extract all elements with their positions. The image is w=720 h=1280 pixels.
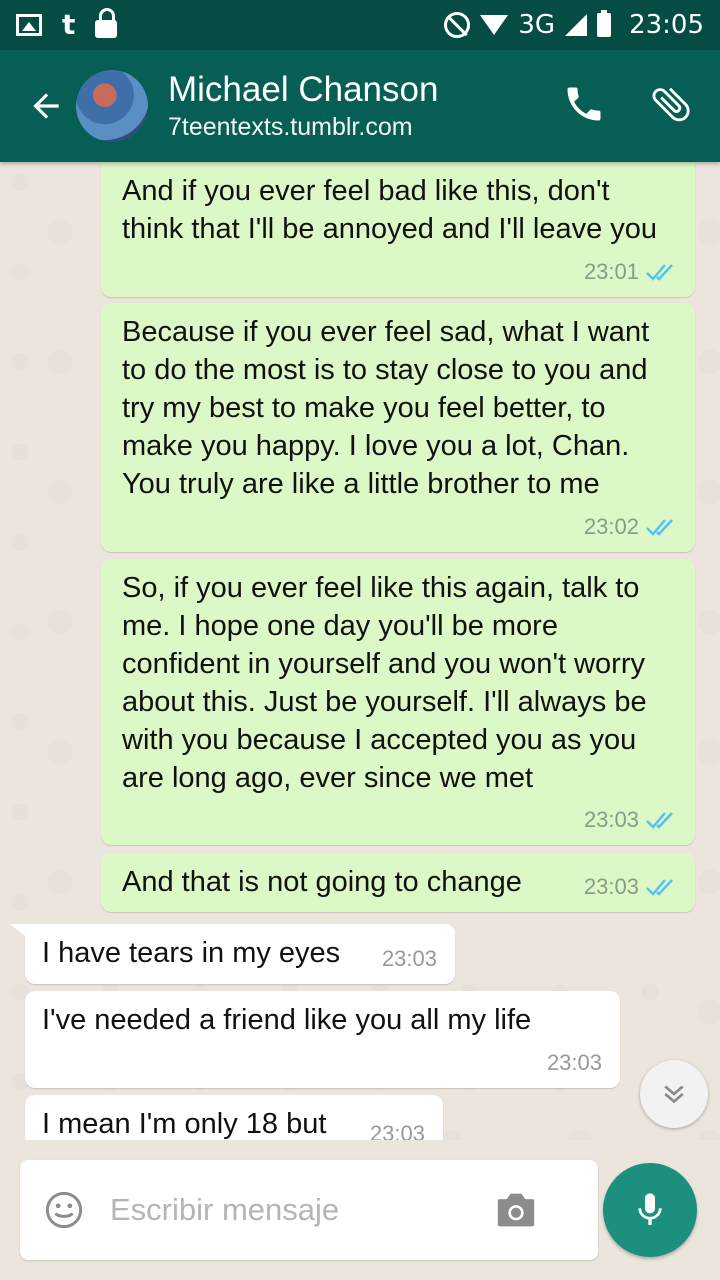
- message-meta: 23:03: [547, 1044, 602, 1082]
- network-type: 3G: [518, 10, 556, 40]
- tumblr-icon: t: [62, 8, 76, 41]
- status-time: 23:05: [629, 10, 704, 40]
- message-meta: 23:01: [584, 253, 677, 291]
- status-bar: t 3G 23:05: [0, 0, 720, 50]
- message-meta: 23:03: [370, 1115, 425, 1140]
- read-ticks-icon: [646, 812, 673, 829]
- gallery-icon: [16, 14, 42, 36]
- message-bubble[interactable]: I have tears in my eyes 23:03: [25, 924, 455, 984]
- read-ticks-icon: [646, 519, 673, 536]
- camera-icon[interactable]: [494, 1190, 538, 1230]
- message-text: I mean I'm only 18 but: [42, 1108, 327, 1140]
- message-text: I have tears in my eyes: [42, 937, 341, 969]
- message-meta: 23:03: [584, 801, 677, 839]
- message-time: 23:03: [583, 874, 639, 899]
- wifi-icon: [480, 15, 509, 35]
- read-ticks-icon: [646, 264, 673, 281]
- contact-subtitle: 7teentexts.tumblr.com: [168, 113, 413, 141]
- message-bubble[interactable]: And if you ever feel bad like this, don'…: [101, 162, 695, 297]
- message-text: I've needed a friend like you all my lif…: [42, 1004, 532, 1036]
- mic-icon: [638, 1193, 662, 1225]
- message-bubble[interactable]: I've needed a friend like you all my lif…: [25, 991, 620, 1088]
- contact-info[interactable]: Michael Chanson 7teentexts.tumblr.com: [168, 69, 438, 143]
- message-bubble[interactable]: Because if you ever feel sad, what I wan…: [101, 303, 695, 552]
- message-text: Because if you ever feel sad, what I wan…: [122, 316, 650, 500]
- chat-header: Michael Chanson 7teentexts.tumblr.com: [0, 50, 720, 162]
- message-time: 23:03: [546, 1050, 602, 1075]
- message-time: 23:03: [369, 1121, 425, 1140]
- message-bubble[interactable]: I mean I'm only 18 but 23:03: [25, 1095, 443, 1140]
- message-text: So, if you ever feel like this again, ta…: [122, 572, 647, 794]
- battery-icon: [597, 10, 612, 37]
- chevron-down-icon: [664, 1085, 684, 1104]
- message-time: 23:03: [583, 807, 639, 832]
- message-time: 23:02: [583, 514, 639, 539]
- contact-name: Michael Chanson: [168, 70, 439, 109]
- emoji-icon[interactable]: [44, 1190, 84, 1230]
- message-time: 23:03: [381, 946, 437, 971]
- do-not-disturb-icon: [444, 12, 471, 38]
- lock-icon: [95, 8, 118, 38]
- avatar[interactable]: [76, 70, 148, 142]
- message-bubble[interactable]: So, if you ever feel like this again, ta…: [101, 559, 695, 845]
- message-text: And that is not going to change: [122, 866, 522, 898]
- read-ticks-icon: [646, 879, 673, 896]
- scroll-to-bottom-button[interactable]: [640, 1060, 708, 1128]
- attach-icon[interactable]: [648, 81, 694, 131]
- phone-icon[interactable]: [562, 82, 606, 130]
- message-meta: 23:03: [584, 868, 677, 906]
- signal-icon: [565, 14, 588, 36]
- message-text: And if you ever feel bad like this, don'…: [122, 175, 658, 245]
- message-input[interactable]: [110, 1192, 480, 1228]
- message-meta: 23:03: [382, 940, 437, 978]
- message-meta: 23:02: [584, 508, 677, 546]
- message-bubble[interactable]: And that is not going to change 23:03: [101, 853, 695, 912]
- message-list[interactable]: And if you ever feel bad like this, don'…: [0, 162, 720, 1140]
- mic-button[interactable]: [603, 1163, 697, 1257]
- message-time: 23:01: [583, 259, 639, 284]
- message-composer: [20, 1160, 598, 1260]
- back-arrow-icon[interactable]: [22, 82, 70, 130]
